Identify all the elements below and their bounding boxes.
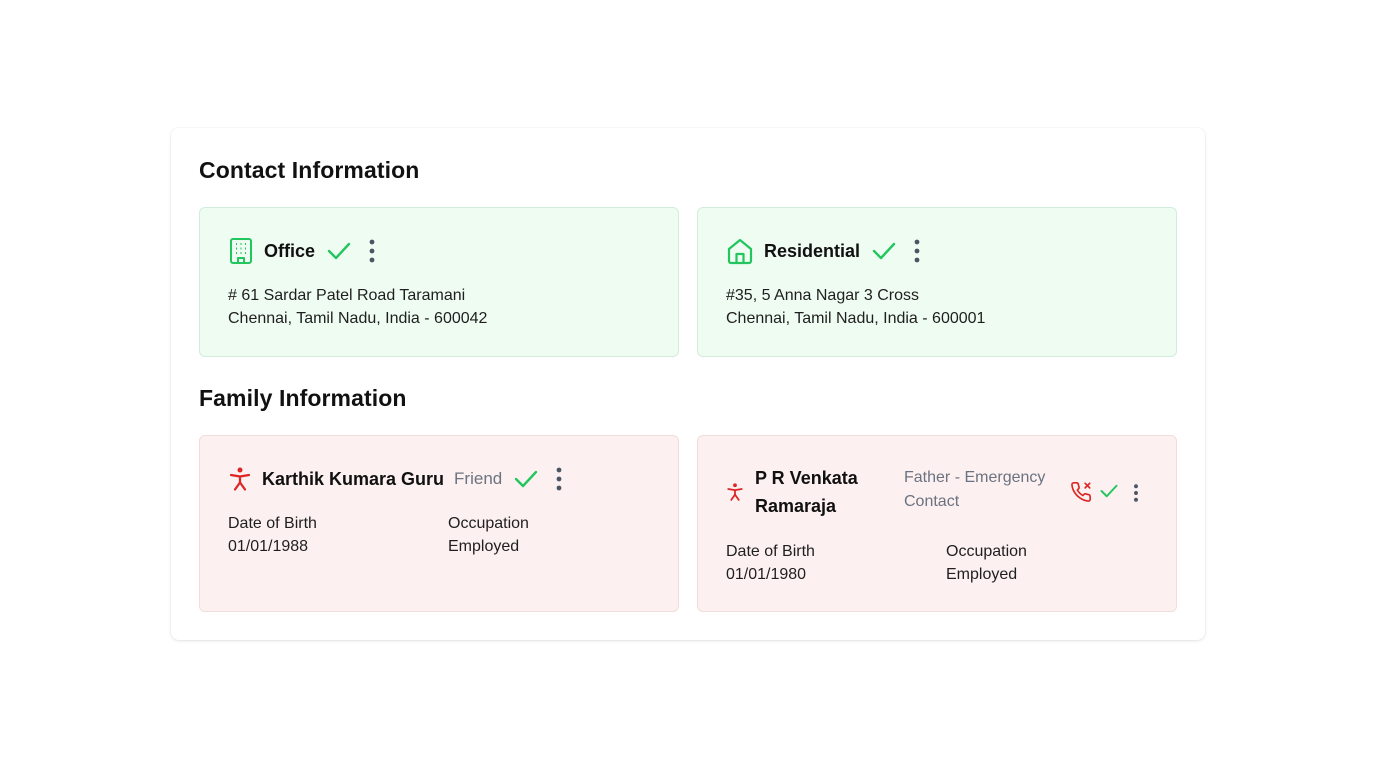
address-line-1: #35, 5 Anna Nagar 3 Cross xyxy=(726,287,920,304)
relation-label: Father - Emergency Contact xyxy=(904,466,1045,514)
member-header: P R Venkata Ramaraja Father - Emergency … xyxy=(726,464,1156,524)
check-icon xyxy=(514,469,538,489)
member-details: Date of Birth 01/01/1980 Occupation Empl… xyxy=(726,540,1166,586)
relation-line-2: Contact xyxy=(904,493,960,510)
relation-line-1: Father - Emergency xyxy=(904,469,1046,486)
occupation-field: Occupation Employed xyxy=(448,512,668,558)
occupation-label: Occupation xyxy=(448,515,529,532)
more-options-icon[interactable] xyxy=(369,239,375,263)
building-icon xyxy=(228,237,254,265)
dob-field: Date of Birth 01/01/1988 xyxy=(228,512,448,558)
profile-panel: Contact Information Office # 61 Sardar P… xyxy=(171,128,1205,640)
member-details: Date of Birth 01/01/1988 Occupation Empl… xyxy=(228,512,668,558)
member-name-line-1: P R Venkata xyxy=(755,468,858,488)
occupation-label: Occupation xyxy=(946,543,1027,560)
address-line-2: Chennai, Tamil Nadu, India - 600001 xyxy=(726,310,986,327)
more-options-icon[interactable] xyxy=(1133,484,1139,502)
office-address: # 61 Sardar Patel Road Taramani Chennai,… xyxy=(228,284,487,330)
office-address-card: Office # 61 Sardar Patel Road Taramani C… xyxy=(199,207,679,357)
occupation-field: Occupation Employed xyxy=(946,540,1166,586)
residential-title: Residential xyxy=(764,240,861,261)
home-icon xyxy=(726,237,754,265)
family-member-card: P R Venkata Ramaraja Father - Emergency … xyxy=(697,435,1177,612)
more-options-icon[interactable] xyxy=(556,467,562,491)
family-member-card: Karthik Kumara Guru Friend Date of Birth… xyxy=(199,435,679,612)
member-name: Karthik Kumara Guru xyxy=(262,468,445,489)
dob-label: Date of Birth xyxy=(228,515,317,532)
phone-missed-icon[interactable] xyxy=(1070,481,1092,503)
occupation-value: Employed xyxy=(448,538,520,555)
address-line-1: # 61 Sardar Patel Road Taramani xyxy=(228,287,466,304)
check-icon xyxy=(872,241,896,261)
check-icon xyxy=(1100,483,1118,499)
person-icon xyxy=(228,466,252,492)
dob-label: Date of Birth xyxy=(726,543,815,560)
check-icon xyxy=(327,241,351,261)
more-options-icon[interactable] xyxy=(914,239,920,263)
occupation-value: Employed xyxy=(946,566,1018,583)
office-title: Office xyxy=(264,240,316,261)
member-name-line-2: Ramaraja xyxy=(755,496,837,516)
member-name: P R Venkata Ramaraja xyxy=(755,464,858,520)
residential-address-card: Residential #35, 5 Anna Nagar 3 Cross Ch… xyxy=(697,207,1177,357)
address-line-2: Chennai, Tamil Nadu, India - 600042 xyxy=(228,310,488,327)
residential-address: #35, 5 Anna Nagar 3 Cross Chennai, Tamil… xyxy=(726,284,985,330)
person-icon xyxy=(726,482,744,502)
family-section-title: Family Information xyxy=(199,385,407,411)
dob-value: 01/01/1980 xyxy=(726,566,807,583)
contact-section-title: Contact Information xyxy=(199,157,420,183)
dob-value: 01/01/1988 xyxy=(228,538,309,555)
relation-label: Friend xyxy=(454,469,503,488)
dob-field: Date of Birth 01/01/1980 xyxy=(726,540,946,586)
